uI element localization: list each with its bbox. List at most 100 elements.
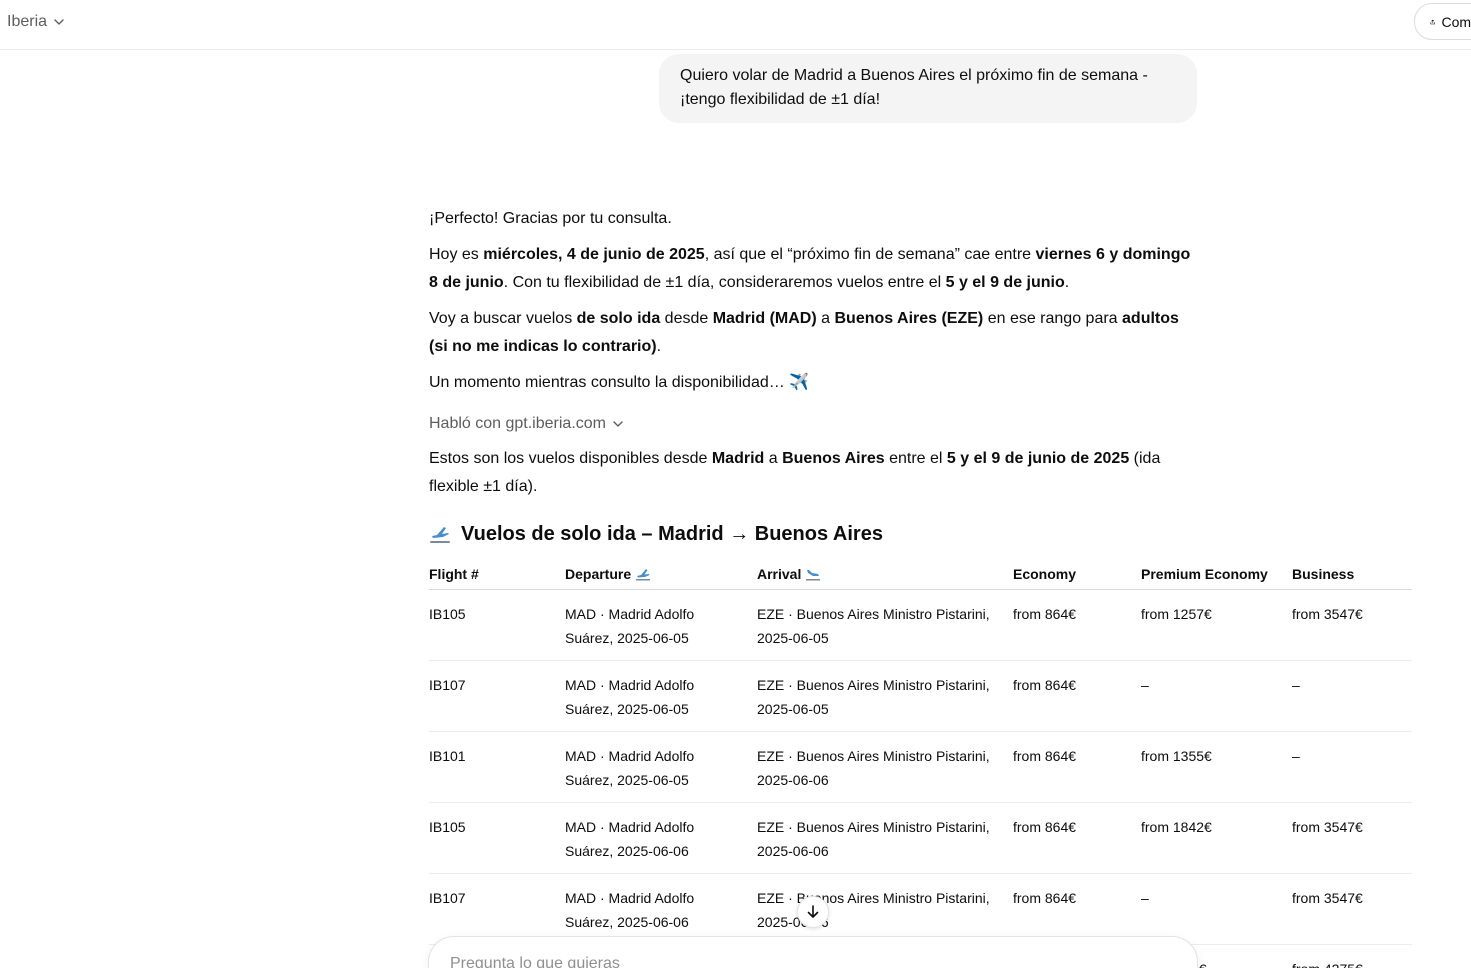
text: a bbox=[816, 310, 835, 327]
cell-premium: from 1842€ bbox=[1141, 802, 1292, 874]
tool-call-label: Habló con gpt.iberia.com bbox=[429, 415, 606, 432]
cell-departure: MAD · Madrid Adolfo Suárez, 2025-06-05 bbox=[565, 731, 757, 803]
cell-departure-text: MAD · Madrid Adolfo Suárez, 2025-06-05 bbox=[565, 676, 695, 717]
table-row: IB107 MAD · Madrid Adolfo Suárez, 2025-0… bbox=[429, 660, 1412, 732]
airplane-arrival-icon bbox=[806, 569, 821, 581]
cell-arrival: EZE · Buenos Aires Ministro Pistarini, 2… bbox=[757, 731, 1013, 803]
header-business: Business bbox=[1292, 559, 1412, 590]
cell-flight: IB101 bbox=[429, 731, 565, 803]
cell-arrival: EZE · Buenos Aires Ministro Pistarini, 2… bbox=[757, 660, 1013, 732]
cell-business: from 3547€ bbox=[1292, 589, 1412, 661]
cell-economy: from 864€ bbox=[1013, 802, 1141, 874]
cell-flight: IB105 bbox=[429, 589, 565, 661]
prompt-input[interactable] bbox=[450, 955, 1050, 968]
cell-business: – bbox=[1292, 731, 1412, 803]
share-label: Compartir bbox=[1441, 13, 1471, 30]
cell-flight: IB105 bbox=[429, 802, 565, 874]
bold-text: Madrid (MAD) bbox=[712, 310, 817, 327]
assistant-message: ¡Perfecto! Gracias por tu consulta. Hoy … bbox=[429, 205, 1199, 405]
model-name: Iberia bbox=[7, 13, 48, 30]
cell-economy: from 864€ bbox=[1013, 660, 1141, 732]
cell-premium: – bbox=[1141, 873, 1292, 945]
table-row: IB101 MAD · Madrid Adolfo Suárez, 2025-0… bbox=[429, 731, 1412, 803]
share-button[interactable]: Compartir bbox=[1414, 3, 1471, 40]
cell-arrival-text: EZE · Buenos Aires Ministro Pistarini, 2… bbox=[757, 605, 990, 646]
cell-arrival-text: EZE · Buenos Aires Ministro Pistarini, 2… bbox=[757, 889, 990, 930]
table-row: IB105 MAD · Madrid Adolfo Suárez, 2025-0… bbox=[429, 589, 1412, 661]
message-composer bbox=[428, 936, 1198, 968]
cell-arrival: EZE · Buenos Aires Ministro Pistarini, 2… bbox=[757, 873, 1013, 945]
results-intro: Estos son los vuelos disponibles desde M… bbox=[429, 445, 1204, 501]
cell-departure: MAD · Madrid Adolfo Suárez, 2025-06-05 bbox=[565, 589, 757, 661]
table-row: IB107 MAD · Madrid Adolfo Suárez, 2025-0… bbox=[429, 873, 1412, 945]
user-message: Quiero volar de Madrid a Buenos Aires el… bbox=[659, 54, 1197, 123]
model-switcher[interactable]: Iberia bbox=[7, 10, 65, 34]
chevron-down-icon bbox=[613, 421, 623, 427]
text: Hoy es bbox=[429, 246, 484, 263]
text: Estos son los vuelos disponibles desde bbox=[429, 450, 712, 467]
cell-flight: IB107 bbox=[429, 660, 565, 732]
bold-text: 5 y el 9 de junio de 2025 bbox=[946, 450, 1130, 467]
cell-departure-text: MAD · Madrid Adolfo Suárez, 2025-06-05 bbox=[565, 747, 695, 788]
bold-text: de solo ida bbox=[576, 310, 661, 327]
table-row: IB105 MAD · Madrid Adolfo Suárez, 2025-0… bbox=[429, 802, 1412, 874]
header-flight: Flight # bbox=[429, 559, 565, 590]
cell-arrival: EZE · Buenos Aires Ministro Pistarini, 2… bbox=[757, 589, 1013, 661]
text: . bbox=[1064, 274, 1070, 291]
bold-text: Buenos Aires (EZE) bbox=[834, 310, 984, 327]
cell-economy: from 864€ bbox=[1013, 731, 1141, 803]
section-title: Vuelos de solo ida – Madrid → Buenos Air… bbox=[461, 522, 883, 545]
section-heading: Vuelos de solo ida – Madrid → Buenos Air… bbox=[429, 519, 883, 549]
cell-flight: IB107 bbox=[429, 873, 565, 945]
bold-text: 5 y el 9 de junio bbox=[945, 274, 1065, 291]
text: entre el bbox=[884, 450, 947, 467]
text: a bbox=[764, 450, 783, 467]
text: , así que el “próximo fin de semana” cae… bbox=[704, 246, 1036, 263]
assistant-paragraph-3: Voy a buscar vuelos de solo ida desde Ma… bbox=[429, 305, 1199, 361]
cell-premium: from 1257€ bbox=[1141, 589, 1292, 661]
chevron-down-icon bbox=[54, 19, 64, 25]
text: en ese rango para bbox=[983, 310, 1123, 327]
cell-departure-text: MAD · Madrid Adolfo Suárez, 2025-06-06 bbox=[565, 818, 695, 859]
assistant-paragraph-1: ¡Perfecto! Gracias por tu consulta. bbox=[429, 210, 672, 227]
tool-call-toggle[interactable]: Habló con gpt.iberia.com bbox=[429, 412, 624, 436]
cell-premium: – bbox=[1141, 660, 1292, 732]
header-arrival-label: Arrival bbox=[757, 565, 802, 582]
arrow-down-icon bbox=[807, 905, 819, 918]
cell-departure: MAD · Madrid Adolfo Suárez, 2025-06-05 bbox=[565, 660, 757, 732]
cell-arrival-text: EZE · Buenos Aires Ministro Pistarini, 2… bbox=[757, 818, 990, 859]
cell-premium: from 1355€ bbox=[1141, 731, 1292, 803]
bold-text: Madrid bbox=[711, 450, 765, 467]
table-header-row: Flight # Departure Arrival Economy Premi… bbox=[429, 559, 1412, 590]
cell-arrival-text: EZE · Buenos Aires Ministro Pistarini, 2… bbox=[757, 676, 990, 717]
header-departure: Departure bbox=[565, 559, 757, 590]
share-icon bbox=[1430, 19, 1436, 24]
assistant-paragraph-4: Un momento mientras consulto la disponib… bbox=[429, 374, 810, 391]
bold-text: Buenos Aires bbox=[782, 450, 885, 467]
flights-table: Flight # Departure Arrival Economy Premi… bbox=[429, 559, 1412, 968]
cell-arrival: EZE · Buenos Aires Ministro Pistarini, 2… bbox=[757, 802, 1013, 874]
cell-business: from 3547€ bbox=[1292, 802, 1412, 874]
text: desde bbox=[660, 310, 713, 327]
cell-business: – bbox=[1292, 660, 1412, 732]
bold-text: miércoles, 4 de junio de 2025 bbox=[483, 246, 705, 263]
cell-departure: MAD · Madrid Adolfo Suárez, 2025-06-06 bbox=[565, 873, 757, 945]
cell-economy: from 864€ bbox=[1013, 589, 1141, 661]
text: . Con tu flexibilidad de ±1 día, conside… bbox=[503, 274, 946, 291]
cell-business: from 3547€ bbox=[1292, 873, 1412, 945]
cell-departure: MAD · Madrid Adolfo Suárez, 2025-06-06 bbox=[565, 802, 757, 874]
top-bar: Iberia Compartir bbox=[0, 0, 1471, 50]
cell-departure-text: MAD · Madrid Adolfo Suárez, 2025-06-06 bbox=[565, 889, 695, 930]
scroll-to-bottom-button[interactable] bbox=[797, 896, 829, 928]
airplane-departure-icon bbox=[429, 523, 451, 545]
cell-economy: from 864€ bbox=[1013, 873, 1141, 945]
cell-arrival-text: EZE · Buenos Aires Ministro Pistarini, 2… bbox=[757, 747, 990, 788]
cell-departure-text: MAD · Madrid Adolfo Suárez, 2025-06-05 bbox=[565, 605, 695, 646]
assistant-paragraph-2: Hoy es miércoles, 4 de junio de 2025, as… bbox=[429, 241, 1199, 297]
text: Voy a buscar vuelos bbox=[429, 310, 577, 327]
header-premium-economy: Premium Economy bbox=[1141, 559, 1292, 590]
header-arrival: Arrival bbox=[757, 559, 1013, 590]
text: . bbox=[656, 338, 662, 355]
airplane-departure-icon bbox=[636, 568, 651, 581]
header-economy: Economy bbox=[1013, 559, 1141, 590]
